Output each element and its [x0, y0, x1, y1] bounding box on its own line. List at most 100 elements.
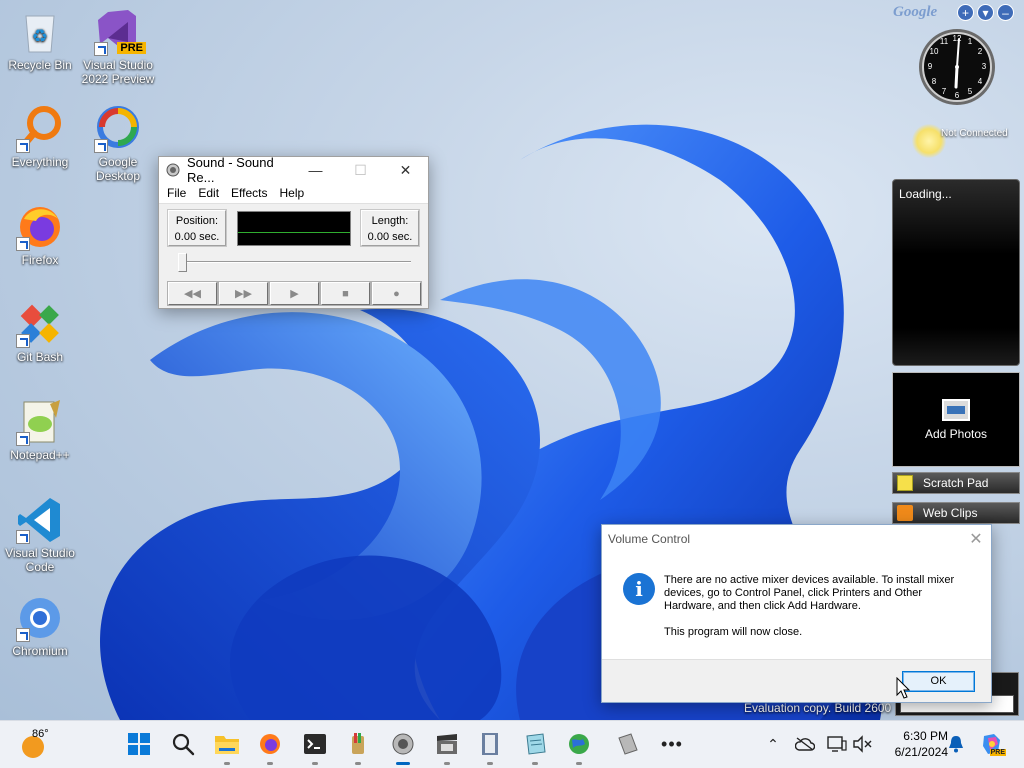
taskbar-network-globe[interactable]	[563, 728, 595, 765]
display-tray[interactable]	[826, 733, 848, 755]
svg-text:5: 5	[968, 87, 973, 96]
network-status-gadget: Not Connected	[910, 122, 1022, 158]
dialog-title-bar[interactable]: Volume Control ✕	[602, 525, 991, 553]
chromium-icon	[16, 594, 64, 642]
desktop-icon-label: Firefox	[21, 253, 59, 267]
taskbar-movie-maker[interactable]	[431, 728, 463, 765]
web-clips-gadget[interactable]: Web Clips	[892, 502, 1020, 524]
svg-text:9: 9	[928, 62, 933, 71]
position-value: 0.00 sec.	[174, 231, 220, 243]
length-label: Length:	[371, 215, 409, 227]
weather-widget[interactable]: 86°	[20, 726, 70, 762]
desktop-icon-label: Notepad++	[10, 448, 70, 462]
clock-date: 6/21/2024	[894, 745, 948, 759]
close-icon[interactable]: ✕	[961, 529, 991, 549]
sidebar-minimize-button[interactable]: –	[997, 4, 1014, 21]
svg-text:10: 10	[930, 47, 939, 56]
taskbar-clock[interactable]: 6:30 PM 6/21/2024	[878, 728, 948, 760]
taskbar-notebook[interactable]	[474, 728, 506, 765]
rewind-button[interactable]: ◀◀	[167, 281, 218, 306]
stop-button[interactable]: ■	[320, 281, 371, 306]
menu-edit[interactable]: Edit	[192, 186, 225, 200]
menu-bar: File Edit Effects Help	[159, 183, 428, 203]
shortcut-arrow-icon	[16, 628, 30, 642]
evaluation-watermark: Evaluation copy. Build 2600	[744, 701, 892, 715]
taskbar-sound-recorder[interactable]	[387, 728, 419, 765]
svg-text:7: 7	[942, 87, 947, 96]
movie-maker-icon	[437, 734, 457, 754]
notification-button[interactable]	[946, 733, 966, 755]
taskbar-firefox[interactable]	[254, 728, 286, 765]
close-button[interactable]: ✕	[383, 157, 428, 183]
shortcut-arrow-icon	[94, 139, 108, 153]
photos-gadget[interactable]: Add Photos	[892, 372, 1020, 467]
desktop-icon-chromium[interactable]: Chromium	[0, 594, 80, 658]
ok-button[interactable]: OK	[902, 671, 975, 692]
firefox-icon	[260, 734, 280, 754]
scratch-pad-gadget[interactable]: Scratch Pad	[892, 472, 1020, 494]
minimize-button[interactable]: —	[293, 157, 338, 183]
desktop-icon-everything[interactable]: Everything	[0, 105, 80, 169]
position-panel: Position: 0.00 sec.	[167, 209, 227, 247]
seek-slider[interactable]	[178, 253, 187, 272]
copilot-button[interactable]: PRE	[978, 731, 1006, 757]
git-bash-icon	[16, 300, 64, 348]
desktop-icon-notepad-plus-plus[interactable]: Notepad++	[0, 398, 80, 462]
taskbar-more[interactable]: •••	[656, 728, 688, 760]
shortcut-arrow-icon	[16, 237, 30, 251]
more-icon: •••	[661, 733, 683, 754]
taskbar-terminal[interactable]	[299, 728, 331, 765]
menu-effects[interactable]: Effects	[225, 186, 273, 200]
photo-icon	[942, 399, 970, 421]
dialog-title: Volume Control	[608, 532, 691, 546]
paint-icon	[352, 733, 364, 754]
network-status-text: Not Connected	[941, 128, 1008, 139]
desktop-icon-google-desktop[interactable]: Google Desktop	[78, 105, 158, 183]
sound-recorder-window[interactable]: Sound - Sound Re... — ☐ ✕ File Edit Effe…	[158, 155, 429, 309]
analog-clock-gadget: 12 1 2 3 4567 8 9 10 11	[917, 27, 997, 107]
message-text: There are no active mixer devices availa…	[664, 574, 955, 612]
sidebar-menu-button[interactable]: ▾	[977, 4, 994, 21]
taskbar-paint[interactable]	[342, 728, 374, 765]
desktop-icon-visual-studio-2022[interactable]: PRE Visual Studio 2022 Preview	[78, 8, 158, 86]
taskbar-file-explorer[interactable]	[211, 728, 243, 765]
rss-icon	[897, 505, 913, 521]
rewind-icon: ◀◀	[184, 288, 201, 300]
everything-search-icon	[16, 105, 64, 153]
stop-icon: ■	[342, 287, 349, 300]
news-gadget-panel[interactable]: Loading...	[892, 179, 1020, 366]
web-clips-label: Web Clips	[923, 506, 978, 520]
visual-studio-icon: PRE	[94, 8, 146, 56]
title-bar[interactable]: Sound - Sound Re... — ☐ ✕	[159, 155, 428, 185]
desktop-icon-git-bash[interactable]: Git Bash	[0, 300, 80, 364]
desktop-icon-label: Google Desktop	[95, 155, 141, 183]
taskbar-archive[interactable]	[612, 728, 644, 760]
fast-forward-button[interactable]: ▶▶	[218, 281, 269, 306]
play-icon: ▶	[290, 288, 299, 300]
length-value: 0.00 sec.	[367, 231, 413, 243]
desktop-icon-vscode[interactable]: Visual Studio Code	[0, 496, 80, 574]
taskbar-notepad[interactable]	[519, 728, 551, 765]
menu-file[interactable]: File	[161, 186, 192, 200]
volume-control-dialog[interactable]: Volume Control ✕ i There are no active m…	[601, 524, 992, 703]
note-icon	[897, 475, 913, 491]
show-hidden-icons-button[interactable]: ⌃	[764, 733, 782, 755]
fast-forward-icon: ▶▶	[235, 288, 252, 300]
svg-text:12: 12	[953, 34, 962, 43]
menu-help[interactable]: Help	[274, 186, 311, 200]
svg-text:6: 6	[955, 91, 960, 100]
length-panel: Length: 0.00 sec.	[360, 209, 420, 247]
start-button[interactable]	[123, 728, 155, 760]
sound-recorder-icon	[392, 733, 414, 755]
shortcut-arrow-icon	[16, 139, 30, 153]
google-desktop-icon	[94, 105, 142, 153]
add-gadget-button[interactable]: +	[957, 4, 974, 21]
desktop-icon-firefox[interactable]: Firefox	[0, 203, 80, 267]
play-button[interactable]: ▶	[269, 281, 320, 306]
onedrive-tray[interactable]	[794, 733, 816, 755]
svg-text:♻: ♻	[32, 26, 48, 46]
desktop-icon-recycle-bin[interactable]: ♻ Recycle Bin	[0, 8, 80, 72]
search-button[interactable]	[167, 728, 199, 760]
record-button[interactable]: ●	[371, 281, 422, 306]
volume-tray[interactable]	[851, 733, 873, 755]
